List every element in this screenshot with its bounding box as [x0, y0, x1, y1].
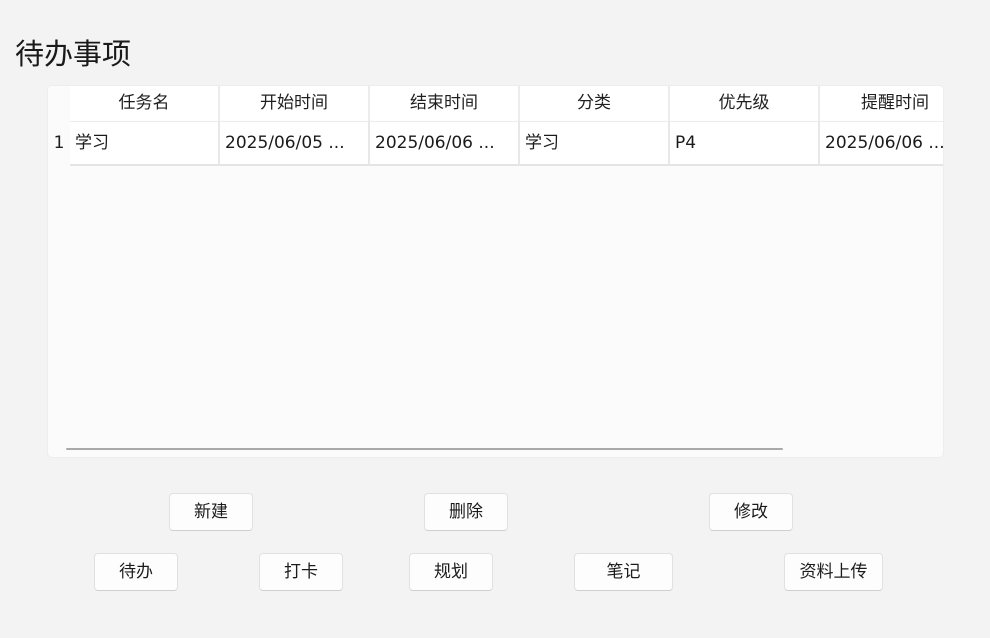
header-corner [48, 86, 70, 121]
column-header-task-name[interactable]: 任务名 [70, 86, 220, 121]
column-header-start-time[interactable]: 开始时间 [220, 86, 370, 121]
column-header-category[interactable]: 分类 [520, 86, 670, 121]
delete-button[interactable]: 删除 [424, 493, 508, 531]
task-table: 任务名 开始时间 结束时间 分类 优先级 提醒时间 1 学习 2025/06/0… [48, 86, 943, 457]
row-index[interactable]: 1 [48, 121, 70, 166]
plan-button[interactable]: 规划 [409, 553, 493, 591]
page-title: 待办事项 [15, 37, 132, 71]
table-row[interactable]: 1 学习 2025/06/05 ... 2025/06/06 ... 学习 P4… [48, 121, 943, 166]
column-header-end-time[interactable]: 结束时间 [370, 86, 520, 121]
cell-priority[interactable]: P4 [670, 121, 820, 166]
checkin-button[interactable]: 打卡 [259, 553, 343, 591]
notes-button[interactable]: 笔记 [574, 553, 673, 591]
cell-category[interactable]: 学习 [520, 121, 670, 166]
horizontal-scrollbar[interactable] [66, 448, 783, 450]
new-button[interactable]: 新建 [169, 493, 253, 531]
table-header: 任务名 开始时间 结束时间 分类 优先级 提醒时间 [48, 86, 943, 121]
cell-start-time[interactable]: 2025/06/05 ... [220, 121, 370, 166]
cell-end-time[interactable]: 2025/06/06 ... [370, 121, 520, 166]
column-header-reminder-time[interactable]: 提醒时间 [820, 86, 943, 121]
cell-task-name[interactable]: 学习 [70, 121, 220, 166]
column-header-priority[interactable]: 优先级 [670, 86, 820, 121]
todo-button[interactable]: 待办 [94, 553, 178, 591]
edit-button[interactable]: 修改 [709, 493, 793, 531]
upload-button[interactable]: 资料上传 [784, 553, 883, 591]
cell-reminder-time[interactable]: 2025/06/06 ... [820, 121, 943, 166]
